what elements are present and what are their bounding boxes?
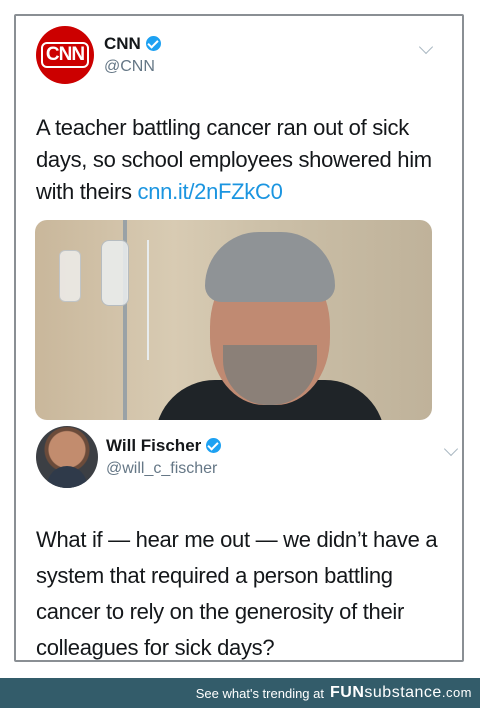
verified-badge-icon [145,36,161,51]
tweet-author-name[interactable]: CNN [104,34,161,54]
reply-author-handle[interactable]: @will_c_fischer [106,460,217,478]
cnn-avatar[interactable]: CNN [36,26,94,84]
brand-tld: .com [441,685,472,700]
tweet-text: A teacher battling cancer ran out of sic… [36,112,446,208]
tweet-author-name-text: CNN [104,34,141,53]
reply-author-name-text: Will Fischer [106,436,202,455]
tweet-photo[interactable] [35,220,432,420]
reply-header: Will Fischer @will_c_fischer [36,426,459,496]
iv-tube [147,240,149,360]
reply-author-name[interactable]: Will Fischer [106,436,222,456]
footer-brand[interactable]: FUNsubstance.com [330,684,472,702]
iv-bag-small [59,250,81,302]
reply-avatar[interactable] [36,426,98,488]
chevron-down-icon[interactable] [418,39,434,55]
tweet-link[interactable]: cnn.it/2nFZkC0 [138,179,283,204]
verified-badge-icon [206,438,222,453]
reply-text: What if — hear me out — we didn’t have a… [36,527,438,660]
footer-text: See what's trending at [195,685,324,701]
chevron-down-icon[interactable] [443,441,459,457]
brand-rest: substance [364,684,442,701]
iv-bag [101,240,129,306]
brand-bold: FUN [330,684,365,701]
meme-frame: CNN CNN @CNN A teacher battling cancer r… [14,14,464,662]
photo-beanie [205,232,335,302]
tweet-author-handle[interactable]: @CNN [104,58,155,76]
cnn-logo-text: CNN [40,42,90,68]
footer-bar[interactable]: See what's trending at FUNsubstance.com [0,678,480,708]
tweet-header: CNN CNN @CNN [36,26,436,86]
